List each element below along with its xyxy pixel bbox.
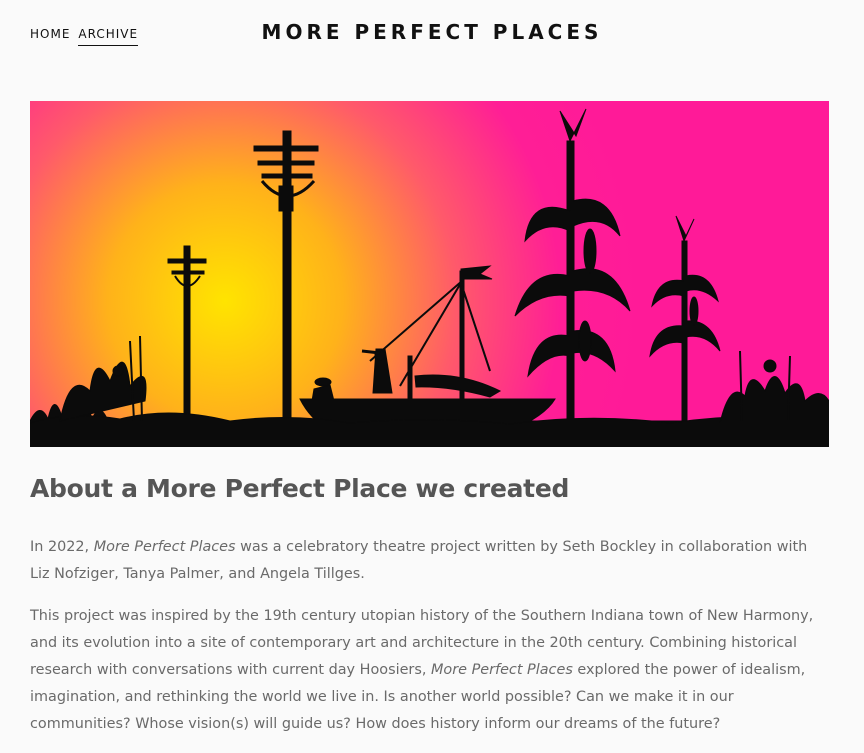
sky-background: [30, 101, 829, 447]
article-paragraph-1: In 2022, More Perfect Places was a celeb…: [30, 534, 820, 588]
site-title[interactable]: MORE PERFECT PLACES: [0, 20, 864, 44]
article-heading: About a More Perfect Place we created: [30, 474, 570, 503]
article-paragraph-2: This project was inspired by the 19th ce…: [30, 603, 820, 738]
p1-title: More Perfect Places: [93, 539, 236, 555]
p2-title: More Perfect Places: [431, 662, 573, 678]
sunset-landscape-illustration: [30, 101, 829, 447]
article-body: In 2022, More Perfect Places was a celeb…: [30, 534, 820, 753]
p1-text: In 2022,: [30, 539, 94, 555]
hero-banner: [30, 101, 829, 447]
